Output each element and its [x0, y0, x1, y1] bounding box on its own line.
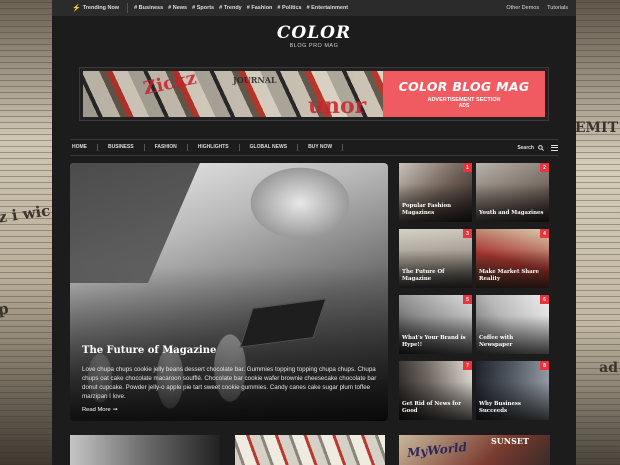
post-card[interactable]: 8 Why Business Succeeds	[476, 361, 549, 420]
nav-home[interactable]: HOME	[70, 144, 98, 151]
nav-fashion[interactable]: FASHION	[145, 144, 188, 151]
bottom-post-3[interactable]: MyWorld SUNSET	[399, 435, 550, 465]
arrow-right-icon: ➞	[112, 407, 118, 413]
lightning-icon: ⚡	[72, 5, 81, 12]
post-grid: 1 Popular Fashion Magazines 2 Youth and Mag…	[399, 163, 550, 421]
post-card-title[interactable]: Coffee with Newspaper	[479, 335, 546, 349]
post-number-badge: 1	[463, 163, 472, 172]
logo-title: COLOR	[273, 25, 355, 42]
nav-business[interactable]: BUSINESS	[98, 144, 145, 151]
post-card[interactable]: 1 Popular Fashion Magazines	[399, 163, 472, 222]
trending-tags: # Business # News # Sports # Trendy # Fa…	[134, 5, 348, 11]
ad-label: ADS	[458, 103, 470, 109]
ad-photo-word: unor	[308, 93, 367, 117]
nav-highlights[interactable]: HIGHLIGHTS	[188, 144, 240, 151]
hero-title[interactable]: The Future of Magazine	[82, 345, 378, 356]
post-card[interactable]: 2 Youth and Magazines	[476, 163, 549, 222]
search-icon[interactable]	[538, 144, 544, 151]
background-left: z i wic p	[0, 0, 52, 465]
logo-tagline: BLOG PRO MAG	[289, 43, 339, 49]
hero-content: The Future of Magazine Love chupa chups …	[82, 345, 378, 413]
read-more-link[interactable]: Read More ➞	[82, 407, 378, 413]
post-card[interactable]: 3 The Future Of Magazine	[399, 229, 472, 288]
bottom-post-2[interactable]	[235, 435, 385, 465]
tag-sports[interactable]: # Sports	[192, 5, 214, 11]
bottom-photo-word: MyWorld	[406, 439, 468, 461]
tag-trendy[interactable]: # Trendy	[219, 5, 242, 11]
trending-label: Trending Now	[82, 5, 120, 11]
nav-tools: Search	[517, 144, 558, 151]
post-card[interactable]: 6 Coffee with Newspaper	[476, 295, 549, 354]
site-logo[interactable]: COLOR BLOG PRO MAG	[52, 16, 576, 58]
ad-photo-word: JOURNAL	[233, 75, 277, 85]
website-frame: ⚡ Trending Now # Business # News # Sport…	[52, 0, 576, 465]
background-word: EMIT	[574, 120, 618, 136]
post-number-badge: 8	[540, 361, 549, 370]
post-card[interactable]: 7 Get Rid of News for Good	[399, 361, 472, 420]
ad-title: COLOR BLOG MAG	[398, 79, 530, 94]
post-card-title[interactable]: The Future Of Magazine	[402, 269, 469, 283]
main-nav: HOME BUSINESS FASHION HIGHLIGHTS GLOBAL …	[70, 139, 558, 156]
tag-news[interactable]: # News	[168, 5, 187, 11]
post-number-badge: 6	[540, 295, 549, 304]
post-number-badge: 5	[463, 295, 472, 304]
other-demos-link[interactable]: Other Demos	[506, 5, 539, 11]
background-word: z i wic	[0, 201, 52, 227]
hero-excerpt: Love chupa chups cookie jelly beans dess…	[82, 366, 377, 400]
trending-now[interactable]: ⚡ Trending Now	[72, 4, 119, 12]
tag-politics[interactable]: # Politics	[277, 5, 301, 11]
post-number-badge: 2	[540, 163, 549, 172]
divider	[127, 3, 129, 13]
top-links: Other Demos Tutorials	[506, 5, 568, 11]
post-card-title[interactable]: Why Business Succeeds	[479, 401, 546, 415]
read-more-label: Read More	[82, 407, 111, 413]
background-right: EMIT ad	[574, 0, 620, 465]
post-card-title[interactable]: Make Market Share Reality	[479, 269, 546, 283]
nav-buy-now[interactable]: BUY NOW	[298, 144, 344, 151]
advertisement-banner[interactable]: Zickz JOURNAL unor COLOR BLOG MAG ADVERT…	[79, 67, 549, 121]
background-word: p	[0, 299, 10, 319]
tag-entertainment[interactable]: # Entertainment	[307, 5, 349, 11]
top-bar: ⚡ Trending Now # Business # News # Sport…	[52, 0, 576, 16]
nav-global-news[interactable]: GLOBAL NEWS	[240, 144, 299, 151]
hamburger-menu-icon[interactable]	[551, 144, 558, 151]
search-label[interactable]: Search	[517, 145, 534, 151]
post-card[interactable]: 5 What's Your Brand is Hype!!	[399, 295, 472, 354]
tutorials-link[interactable]: Tutorials	[547, 5, 568, 11]
background-word: ad	[599, 360, 618, 376]
post-card[interactable]: 4 Make Market Share Reality	[476, 229, 549, 288]
post-number-badge: 4	[540, 229, 549, 238]
featured-post[interactable]: The Future of Magazine Love chupa chups …	[70, 163, 388, 421]
hero-laptop	[239, 298, 327, 348]
post-card-title[interactable]: Popular Fashion Magazines	[402, 203, 469, 217]
ad-text-box: COLOR BLOG MAG ADVERTISEMENT SECTION ADS	[383, 71, 545, 117]
hero-photo-backdrop	[70, 163, 200, 283]
post-number-badge: 7	[463, 361, 472, 370]
post-card-title[interactable]: Youth and Magazines	[479, 210, 546, 217]
bottom-post-1[interactable]	[70, 435, 220, 465]
post-card-title[interactable]: Get Rid of News for Good	[402, 401, 469, 415]
post-card-title[interactable]: What's Your Brand is Hype!!	[402, 335, 469, 349]
bottom-photo-word: SUNSET	[491, 436, 529, 446]
post-number-badge: 3	[463, 229, 472, 238]
tag-business[interactable]: # Business	[134, 5, 163, 11]
tag-fashion[interactable]: # Fashion	[247, 5, 273, 11]
